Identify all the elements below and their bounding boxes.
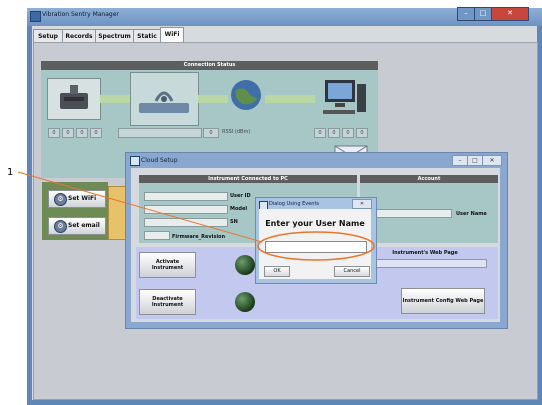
annotation-ellipse (257, 231, 375, 261)
annotation-leader-line (17, 171, 263, 243)
annotation-overlay (17, 171, 375, 261)
annotation-number: 1 (7, 167, 14, 178)
